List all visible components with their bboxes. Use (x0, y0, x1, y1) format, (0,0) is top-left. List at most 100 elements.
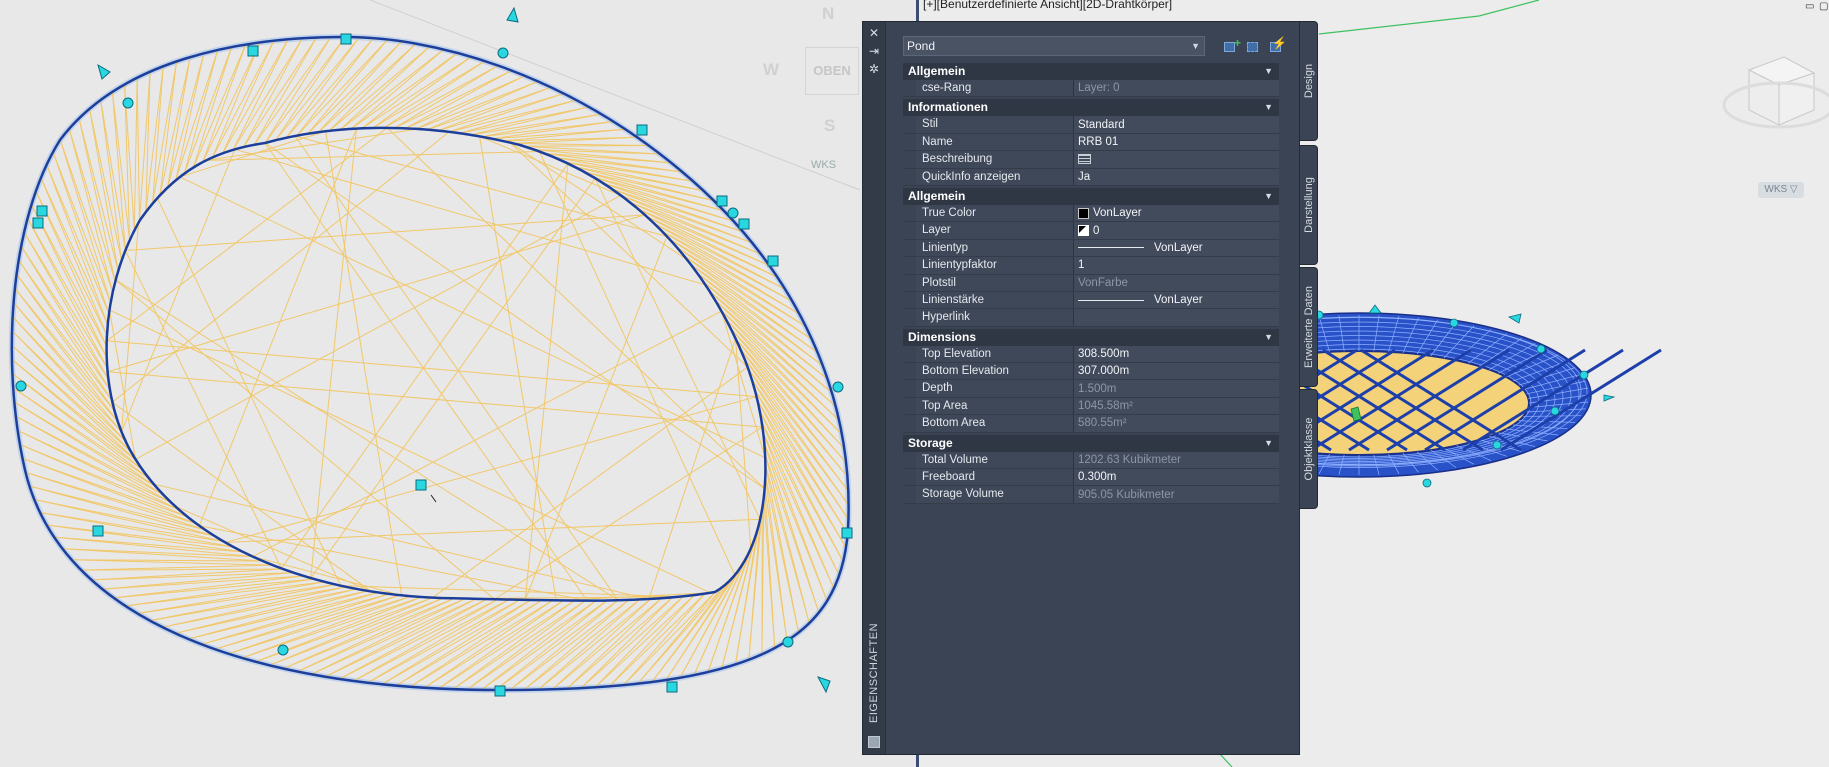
property-row[interactable]: Linientyp VonLayer (903, 239, 1279, 258)
grip-square[interactable] (716, 195, 728, 207)
grip-square[interactable] (92, 525, 104, 537)
grip-square[interactable] (247, 45, 259, 57)
grip-square[interactable] (36, 205, 48, 217)
toggle-pickadd-button[interactable]: + (1223, 36, 1241, 54)
property-name: Top Elevation (916, 345, 1074, 363)
properties-palette[interactable]: ✕ ⇥ ✲ EIGENSCHAFTEN Pond ▼ + ⚡ Allgemein… (862, 21, 1300, 755)
grip-triangle[interactable] (816, 676, 831, 694)
tab-darstellung[interactable]: Darstellung (1300, 145, 1318, 265)
grip-circle[interactable] (832, 381, 844, 393)
tab-objektklasse[interactable]: Objektklasse (1300, 389, 1318, 509)
grip-square[interactable] (767, 255, 779, 267)
property-value[interactable]: 0 (1074, 222, 1279, 239)
property-row[interactable]: Plotstil VonFarbe (903, 274, 1279, 292)
viewcube-west[interactable]: W (763, 60, 779, 80)
viewcube-face[interactable]: OBEN (805, 47, 859, 95)
property-value[interactable]: VonLayer (1074, 291, 1279, 309)
grip-circle[interactable] (497, 47, 509, 59)
grip-triangle[interactable] (506, 6, 519, 23)
property-row[interactable]: Name RRB 01 (903, 133, 1279, 152)
chevron-down-icon[interactable]: ▼ (1264, 99, 1273, 116)
grip-circle[interactable] (782, 636, 794, 648)
plan-viewport[interactable]: N W S OBEN WKS (0, 0, 916, 767)
chevron-down-icon[interactable]: ▼ (1264, 329, 1273, 346)
quick-select-button[interactable]: ⚡ (1269, 36, 1287, 54)
property-row[interactable]: QuickInfo anzeigen Ja (903, 168, 1279, 186)
viewcube-3d[interactable] (1722, 56, 1829, 129)
chevron-down-icon[interactable]: ▼ (1264, 188, 1273, 205)
property-row[interactable]: Hyperlink (903, 309, 1279, 327)
property-value-text: 1.500m (1078, 382, 1117, 395)
tab-design[interactable]: Design (1300, 21, 1318, 141)
property-value[interactable]: Ja (1074, 168, 1279, 185)
property-row[interactable]: Storage Volume 905.05 Kubikmeter (903, 486, 1279, 504)
property-value[interactable] (1074, 309, 1279, 326)
grip-square[interactable] (666, 681, 678, 693)
grip-square[interactable] (841, 527, 853, 539)
pond-plan-drawing[interactable] (0, 0, 916, 767)
chevron-down-icon[interactable]: ▼ (1264, 63, 1273, 80)
grip-square[interactable] (636, 124, 648, 136)
property-row[interactable]: Top Elevation 308.500m (903, 345, 1279, 364)
property-row[interactable]: Total Volume 1202.63 Kubikmeter (903, 451, 1279, 470)
property-value[interactable]: 308.500m (1074, 345, 1279, 363)
autohide-icon[interactable]: ⇥ (868, 45, 880, 57)
property-value[interactable] (1074, 151, 1279, 168)
select-objects-button[interactable] (1246, 38, 1264, 54)
property-name: Total Volume (916, 451, 1074, 469)
property-name: Plotstil (916, 274, 1074, 291)
grip-square[interactable] (738, 218, 750, 230)
property-row[interactable]: Bottom Area 580.55m² (903, 415, 1279, 433)
property-row[interactable]: Top Area 1045.58m² (903, 397, 1279, 416)
object-type-select[interactable]: Pond ▼ (903, 36, 1205, 56)
property-value: VonFarbe (1074, 274, 1279, 291)
settings-icon[interactable]: ✲ (868, 63, 880, 75)
grip-circle[interactable] (727, 207, 739, 219)
property-value[interactable]: 1 (1074, 257, 1279, 274)
tab-erweiterte-daten[interactable]: Erweiterte Daten (1300, 267, 1318, 387)
property-sections: Allgemein ▼ cse-Rang Layer: 0 Informationen ▼… (903, 63, 1279, 504)
property-row[interactable]: Linientypfaktor 1 (903, 257, 1279, 275)
description-icon[interactable] (1078, 154, 1091, 165)
property-value[interactable]: Standard (1074, 116, 1279, 133)
section-header[interactable]: Allgemein ▼ (903, 63, 1279, 80)
property-value: 1045.58m² (1074, 397, 1279, 415)
grip-square[interactable] (415, 479, 427, 491)
property-value[interactable]: VonLayer (1074, 204, 1279, 222)
grip-square[interactable] (32, 217, 44, 229)
section-header[interactable]: Dimensions ▼ (903, 328, 1279, 346)
grip-circle[interactable] (277, 644, 289, 656)
palette-menu-icon[interactable] (868, 736, 880, 748)
property-row[interactable]: Depth 1.500m (903, 380, 1279, 398)
section-header[interactable]: Informationen ▼ (903, 99, 1279, 117)
chevron-down-icon[interactable]: ▼ (1264, 435, 1273, 452)
property-value[interactable]: 307.000m (1074, 363, 1279, 380)
property-row[interactable]: cse-Rang Layer: 0 (903, 80, 1279, 98)
property-row[interactable]: Linienstärke VonLayer (903, 291, 1279, 310)
property-row[interactable]: Bottom Elevation 307.000m (903, 363, 1279, 381)
grip-square[interactable] (340, 33, 352, 45)
property-row[interactable]: Freeboard 0.300m (903, 469, 1279, 487)
grip-square[interactable] (494, 685, 506, 697)
property-row[interactable]: True Color VonLayer (903, 204, 1279, 223)
section-header[interactable]: Storage ▼ (903, 434, 1279, 452)
property-value[interactable]: VonLayer (1074, 239, 1279, 257)
property-value[interactable]: RRB 01 (1074, 133, 1279, 151)
close-icon[interactable]: ✕ (868, 27, 880, 39)
property-value[interactable]: 0.300m (1074, 469, 1279, 486)
section-header[interactable]: Allgemein ▼ (903, 187, 1279, 205)
property-value: Layer: 0 (1074, 80, 1279, 97)
wcs-badge[interactable]: WKS ▽ (1758, 182, 1804, 198)
property-row[interactable]: Layer 0 (903, 222, 1279, 240)
viewcube-wcs[interactable]: WKS (811, 159, 836, 171)
property-row[interactable]: Beschreibung (903, 151, 1279, 169)
viewcube-north[interactable]: N (822, 4, 834, 24)
grip-circle[interactable] (15, 380, 27, 392)
property-value-text: VonFarbe (1078, 276, 1128, 289)
grip-triangle[interactable] (97, 63, 111, 80)
property-row[interactable]: Stil Standard (903, 116, 1279, 134)
grip-circle[interactable] (122, 97, 134, 109)
palette-title-bar[interactable]: ✕ ⇥ ✲ EIGENSCHAFTEN (863, 22, 886, 754)
property-name: Name (916, 133, 1074, 151)
viewcube-south[interactable]: S (824, 116, 835, 136)
